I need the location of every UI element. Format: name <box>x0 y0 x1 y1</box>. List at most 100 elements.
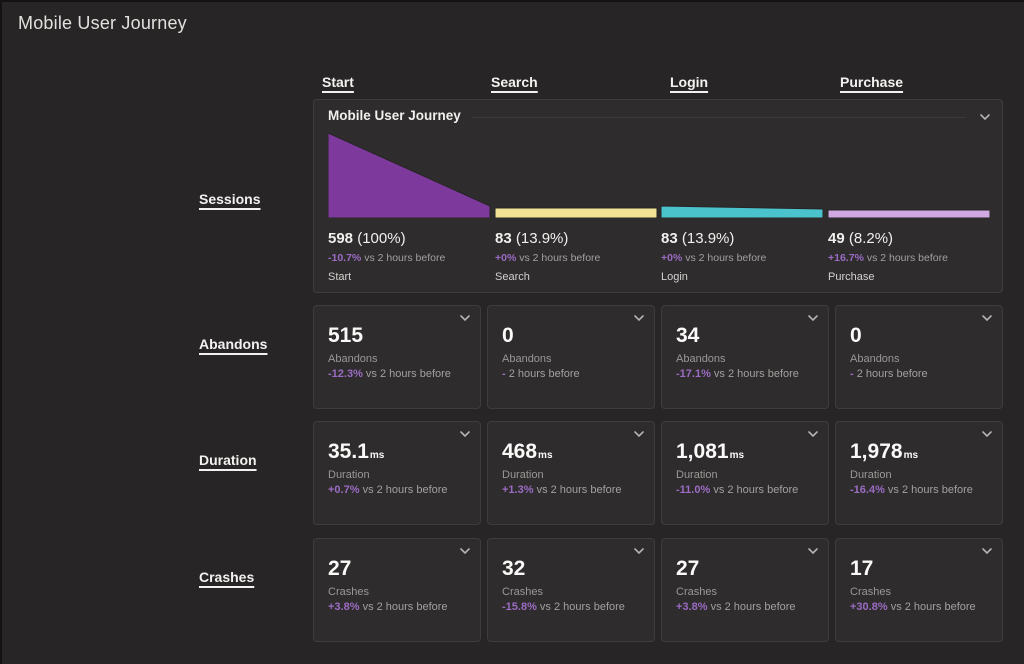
metric-card-crashes-search[interactable]: 32 Crashes -15.8% vs 2 hours before <box>487 538 655 642</box>
metric-label: Duration <box>676 469 718 481</box>
funnel-segment-start[interactable] <box>328 133 490 218</box>
change-pct: +16.7% <box>828 252 864 264</box>
row-label-abandons[interactable]: Abandons <box>199 336 267 352</box>
stage-name: Login <box>661 271 821 283</box>
metric-value: 468ms <box>502 440 553 464</box>
metric-value: 515 <box>328 324 364 348</box>
metric-card-abandons-login[interactable]: 34 Abandons -17.1% vs 2 hours before <box>661 305 829 409</box>
metric-change: +0.7% vs 2 hours before <box>328 484 448 496</box>
row-label-crashes[interactable]: Crashes <box>199 569 254 585</box>
metric-value: 1,081ms <box>676 440 744 464</box>
panel-title: Mobile User Journey <box>328 108 461 123</box>
stage-pct: (13.9%) <box>682 230 735 247</box>
metric-card-crashes-start[interactable]: 27 Crashes +3.8% vs 2 hours before <box>313 538 481 642</box>
metric-label: Abandons <box>502 353 552 365</box>
chevron-down-icon[interactable] <box>460 548 470 554</box>
chevron-down-icon[interactable] <box>808 548 818 554</box>
metric-label: Crashes <box>328 586 369 598</box>
metric-card-duration-search[interactable]: 468ms Duration +1.3% vs 2 hours before <box>487 421 655 525</box>
stage-value: 83 (13.9%) <box>495 230 655 247</box>
stage-change: +0% vs 2 hours before <box>661 252 821 264</box>
column-header-search[interactable]: Search <box>491 74 538 90</box>
stage-name: Search <box>495 271 655 283</box>
stage-name: Start <box>328 271 488 283</box>
stage-value: 598 (100%) <box>328 230 488 247</box>
column-header-start[interactable]: Start <box>322 74 354 90</box>
stage-pct: (13.9%) <box>516 230 569 247</box>
chevron-down-icon[interactable] <box>634 548 644 554</box>
metric-change: - 2 hours before <box>850 368 928 380</box>
stage-stats-purchase: 49 (8.2%) +16.7% vs 2 hours before Purch… <box>828 230 988 283</box>
stage-value: 83 (13.9%) <box>661 230 821 247</box>
stage-pct: (8.2%) <box>849 230 893 247</box>
stage-change: -10.7% vs 2 hours before <box>328 252 488 264</box>
metric-card-abandons-search[interactable]: 0 Abandons - 2 hours before <box>487 305 655 409</box>
metric-change: -17.1% vs 2 hours before <box>676 368 799 380</box>
column-header-purchase[interactable]: Purchase <box>840 74 903 90</box>
chevron-down-icon[interactable] <box>808 431 818 437</box>
metric-change: +3.8% vs 2 hours before <box>676 601 796 613</box>
funnel-segment-login[interactable] <box>661 206 823 218</box>
metric-value: 1,978ms <box>850 440 918 464</box>
funnel-segment-search[interactable] <box>495 208 657 218</box>
metric-change: +30.8% vs 2 hours before <box>850 601 976 613</box>
metric-card-duration-purchase[interactable]: 1,978ms Duration -16.4% vs 2 hours befor… <box>835 421 1003 525</box>
stage-name: Purchase <box>828 271 988 283</box>
chevron-down-icon[interactable] <box>982 315 992 321</box>
metric-label: Duration <box>328 469 370 481</box>
metric-label: Abandons <box>328 353 378 365</box>
change-pct: +0% <box>661 252 682 264</box>
metric-card-crashes-purchase[interactable]: 17 Crashes +30.8% vs 2 hours before <box>835 538 1003 642</box>
row-label-sessions[interactable]: Sessions <box>199 191 260 207</box>
compare-text: vs 2 hours before <box>364 252 445 264</box>
stage-count: 83 <box>661 230 678 247</box>
metric-label: Abandons <box>850 353 900 365</box>
compare-text: vs 2 hours before <box>519 252 600 264</box>
metric-value: 0 <box>850 324 863 348</box>
metric-label: Crashes <box>676 586 717 598</box>
metric-change: +3.8% vs 2 hours before <box>328 601 448 613</box>
column-header-login[interactable]: Login <box>670 74 708 90</box>
metric-value: 17 <box>850 557 874 581</box>
funnel-segment-purchase[interactable] <box>828 210 990 218</box>
change-pct: +0% <box>495 252 516 264</box>
chevron-down-icon[interactable] <box>980 114 990 120</box>
stage-count: 83 <box>495 230 512 247</box>
change-pct: -10.7% <box>328 252 361 264</box>
metric-value: 32 <box>502 557 526 581</box>
metric-label: Abandons <box>676 353 726 365</box>
chevron-down-icon[interactable] <box>634 431 644 437</box>
metric-label: Crashes <box>850 586 891 598</box>
metric-card-duration-login[interactable]: 1,081ms Duration -11.0% vs 2 hours befor… <box>661 421 829 525</box>
metric-change: -16.4% vs 2 hours before <box>850 484 973 496</box>
stage-change: +16.7% vs 2 hours before <box>828 252 988 264</box>
metric-change: -12.3% vs 2 hours before <box>328 368 451 380</box>
row-label-duration[interactable]: Duration <box>199 452 257 468</box>
metric-change: -11.0% vs 2 hours before <box>676 484 798 496</box>
chevron-down-icon[interactable] <box>982 548 992 554</box>
metric-card-abandons-purchase[interactable]: 0 Abandons - 2 hours before <box>835 305 1003 409</box>
stage-stats-login: 83 (13.9%) +0% vs 2 hours before Login <box>661 230 821 283</box>
metric-change: -15.8% vs 2 hours before <box>502 601 625 613</box>
metric-value: 0 <box>502 324 515 348</box>
chevron-down-icon[interactable] <box>982 431 992 437</box>
metric-change: - 2 hours before <box>502 368 580 380</box>
metric-value: 27 <box>676 557 700 581</box>
metric-card-crashes-login[interactable]: 27 Crashes +3.8% vs 2 hours before <box>661 538 829 642</box>
metric-card-duration-start[interactable]: 35.1ms Duration +0.7% vs 2 hours before <box>313 421 481 525</box>
compare-text: vs 2 hours before <box>867 252 948 264</box>
metric-card-abandons-start[interactable]: 515 Abandons -12.3% vs 2 hours before <box>313 305 481 409</box>
funnel-chart <box>328 130 990 218</box>
stage-change: +0% vs 2 hours before <box>495 252 655 264</box>
metric-label: Duration <box>850 469 892 481</box>
metric-label: Duration <box>502 469 544 481</box>
chevron-down-icon[interactable] <box>460 315 470 321</box>
stage-count: 49 <box>828 230 845 247</box>
chevron-down-icon[interactable] <box>460 431 470 437</box>
divider <box>471 117 966 118</box>
stage-pct: (100%) <box>357 230 405 247</box>
chevron-down-icon[interactable] <box>634 315 644 321</box>
panel-header: Mobile User Journey <box>314 100 1002 123</box>
compare-text: vs 2 hours before <box>685 252 766 264</box>
chevron-down-icon[interactable] <box>808 315 818 321</box>
